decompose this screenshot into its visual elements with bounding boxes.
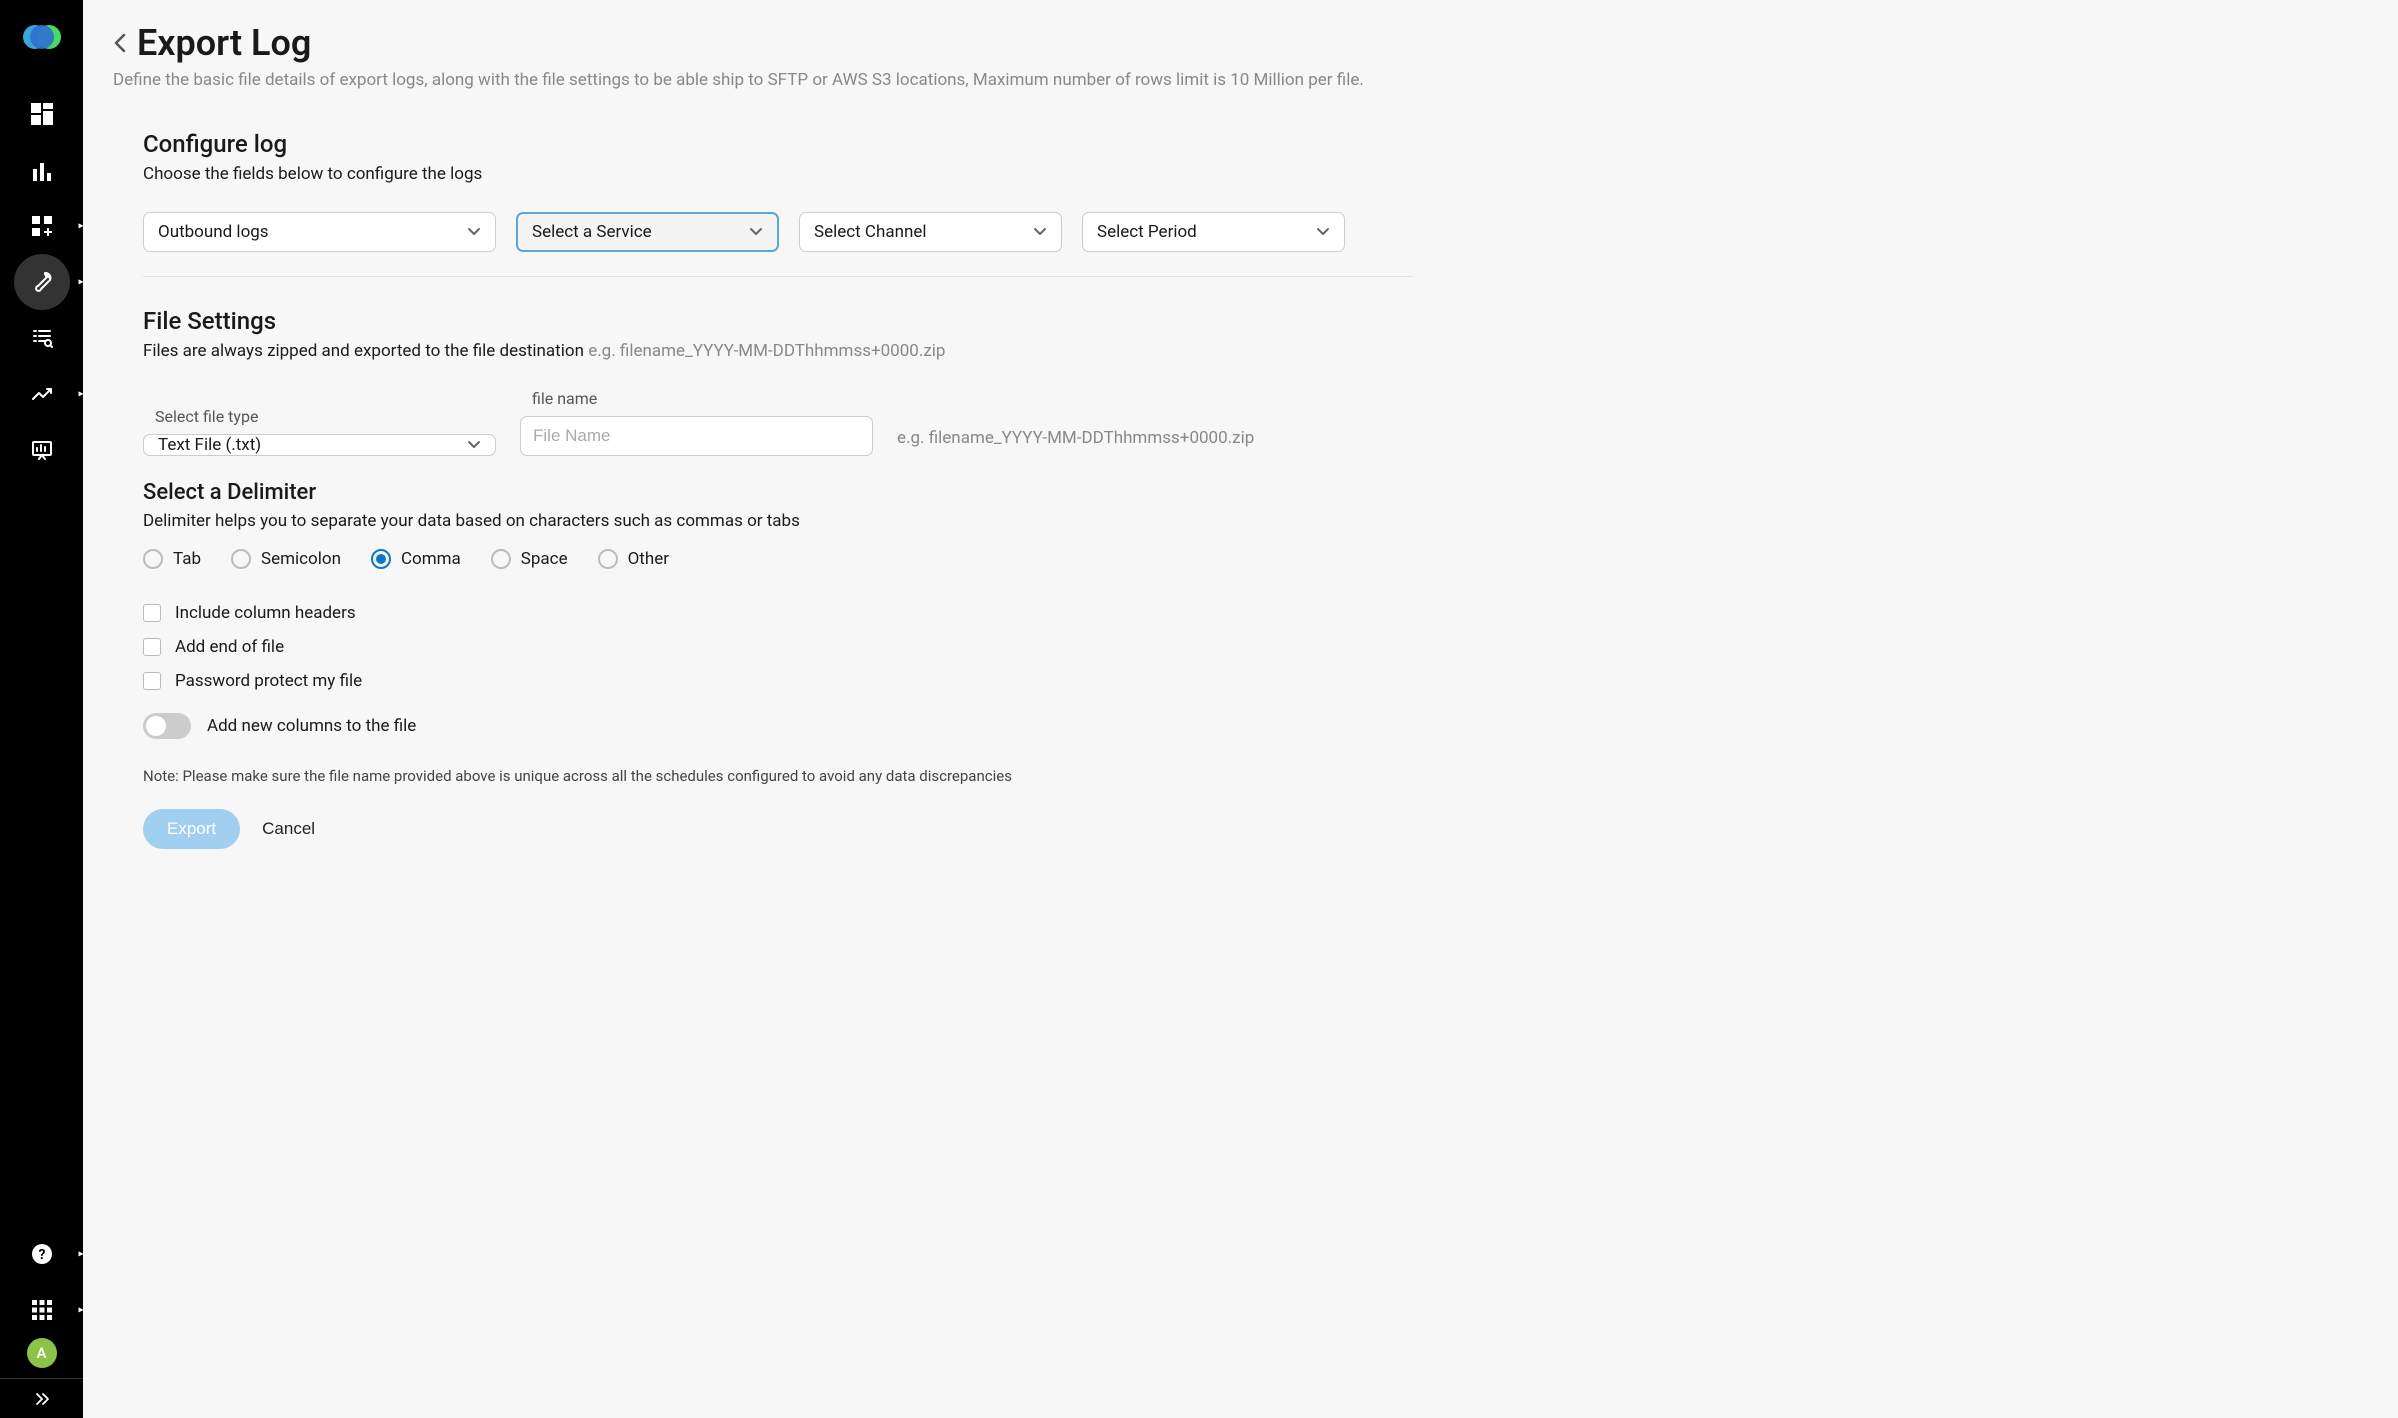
checkbox-label: Include column headers xyxy=(175,603,356,623)
chevron-double-right-icon xyxy=(34,1391,50,1407)
radio-icon xyxy=(231,549,251,569)
delimiter-desc: Delimiter helps you to separate your dat… xyxy=(143,511,1413,531)
chevron-right-icon: ▸ xyxy=(78,221,83,232)
bar-chart-icon xyxy=(31,159,53,181)
svg-text:?: ? xyxy=(38,1247,45,1263)
radio-icon xyxy=(143,549,163,569)
radio-label: Tab xyxy=(173,549,201,569)
nav-dashboard[interactable] xyxy=(14,86,70,142)
note-text: Note: Please make sure the file name pro… xyxy=(143,767,1413,785)
grid-plus-icon xyxy=(32,216,52,236)
file-name-label: file name xyxy=(520,389,873,408)
radio-icon xyxy=(491,549,511,569)
file-settings-desc: Files are always zipped and exported to … xyxy=(143,341,1413,361)
chevron-right-icon: ▸ xyxy=(78,389,83,400)
nav-help[interactable]: ? ▸ xyxy=(14,1226,70,1282)
period-value: Select Period xyxy=(1097,222,1197,242)
file-settings-title: File Settings xyxy=(143,307,1413,335)
export-button[interactable]: Export xyxy=(143,809,240,849)
chevron-left-icon xyxy=(113,32,127,54)
channel-value: Select Channel xyxy=(814,222,927,242)
log-type-value: Outbound logs xyxy=(158,222,269,242)
nav-tools[interactable]: ▸ xyxy=(14,254,70,310)
toggle-knob-icon xyxy=(146,716,166,736)
radio-label: Other xyxy=(628,549,669,569)
delimiter-radio-space[interactable]: Space xyxy=(491,549,568,569)
log-type-select[interactable]: Outbound logs xyxy=(143,212,496,252)
radio-icon xyxy=(598,549,618,569)
checkbox-icon xyxy=(143,672,161,690)
nav-logs[interactable] xyxy=(14,310,70,366)
radio-icon xyxy=(371,549,391,569)
include-headers-checkbox[interactable]: Include column headers xyxy=(143,603,1413,623)
nav-modules[interactable]: ▸ xyxy=(14,198,70,254)
checkbox-label: Password protect my file xyxy=(175,671,362,691)
file-name-hint: e.g. filename_YYYY-MM-DDThhmmss+0000.zip xyxy=(897,428,1254,456)
checkbox-icon xyxy=(143,604,161,622)
sidebar: ▸ ▸ ▸ ? ▸ xyxy=(0,0,83,1418)
app-logo-icon xyxy=(21,16,63,58)
configure-log-title: Configure log xyxy=(143,130,1413,158)
trend-up-icon xyxy=(31,383,53,405)
main-content: Export Log Define the basic file details… xyxy=(83,0,2398,1418)
chevron-right-icon: ▸ xyxy=(78,1249,83,1260)
back-button[interactable] xyxy=(113,32,127,54)
cancel-button[interactable]: Cancel xyxy=(254,809,323,849)
add-columns-toggle[interactable] xyxy=(143,713,191,739)
chevron-down-icon xyxy=(467,227,481,237)
page-title: Export Log xyxy=(137,22,311,64)
delimiter-title: Select a Delimiter xyxy=(143,480,1413,505)
delimiter-radio-semicolon[interactable]: Semicolon xyxy=(231,549,341,569)
help-icon: ? xyxy=(31,1243,53,1265)
dashboard-icon xyxy=(31,103,53,125)
service-select[interactable]: Select a Service xyxy=(516,212,779,252)
service-value: Select a Service xyxy=(532,222,652,242)
delimiter-radio-other[interactable]: Other xyxy=(598,549,669,569)
delimiter-radio-group: Tab Semicolon Comma Space Other xyxy=(143,549,1413,569)
sidebar-expand-button[interactable] xyxy=(0,1378,83,1418)
user-avatar[interactable]: A xyxy=(27,1338,57,1368)
add-eof-checkbox[interactable]: Add end of file xyxy=(143,637,1413,657)
presentation-icon xyxy=(31,439,53,461)
nav-trends[interactable]: ▸ xyxy=(14,366,70,422)
wrench-icon xyxy=(31,271,53,293)
page-subtitle: Define the basic file details of export … xyxy=(113,70,2368,90)
nav-apps[interactable]: ▸ xyxy=(14,1282,70,1338)
checkbox-icon xyxy=(143,638,161,656)
configure-log-desc: Choose the fields below to configure the… xyxy=(143,164,1413,184)
file-name-input[interactable] xyxy=(520,416,873,456)
toggle-label: Add new columns to the file xyxy=(207,716,416,736)
period-select[interactable]: Select Period xyxy=(1082,212,1345,252)
apps-grid-icon xyxy=(32,1300,52,1320)
delimiter-radio-comma[interactable]: Comma xyxy=(371,549,461,569)
checkbox-label: Add end of file xyxy=(175,637,284,657)
chevron-right-icon: ▸ xyxy=(78,1305,83,1316)
chevron-right-icon: ▸ xyxy=(78,277,83,288)
delimiter-radio-tab[interactable]: Tab xyxy=(143,549,201,569)
chevron-down-icon xyxy=(749,227,763,237)
radio-label: Space xyxy=(521,549,568,569)
password-protect-checkbox[interactable]: Password protect my file xyxy=(143,671,1413,691)
file-type-label: Select file type xyxy=(143,407,496,426)
nav-reports[interactable] xyxy=(14,422,70,478)
section-divider xyxy=(143,276,1413,277)
chevron-down-icon xyxy=(1316,227,1330,237)
chevron-down-icon xyxy=(467,440,481,450)
channel-select[interactable]: Select Channel xyxy=(799,212,1062,252)
file-type-value: Text File (.txt) xyxy=(158,435,261,455)
radio-label: Semicolon xyxy=(261,549,341,569)
radio-label: Comma xyxy=(401,549,461,569)
nav-analytics[interactable] xyxy=(14,142,70,198)
file-type-select[interactable]: Text File (.txt) xyxy=(143,434,496,456)
chevron-down-icon xyxy=(1033,227,1047,237)
list-search-icon xyxy=(31,327,53,349)
